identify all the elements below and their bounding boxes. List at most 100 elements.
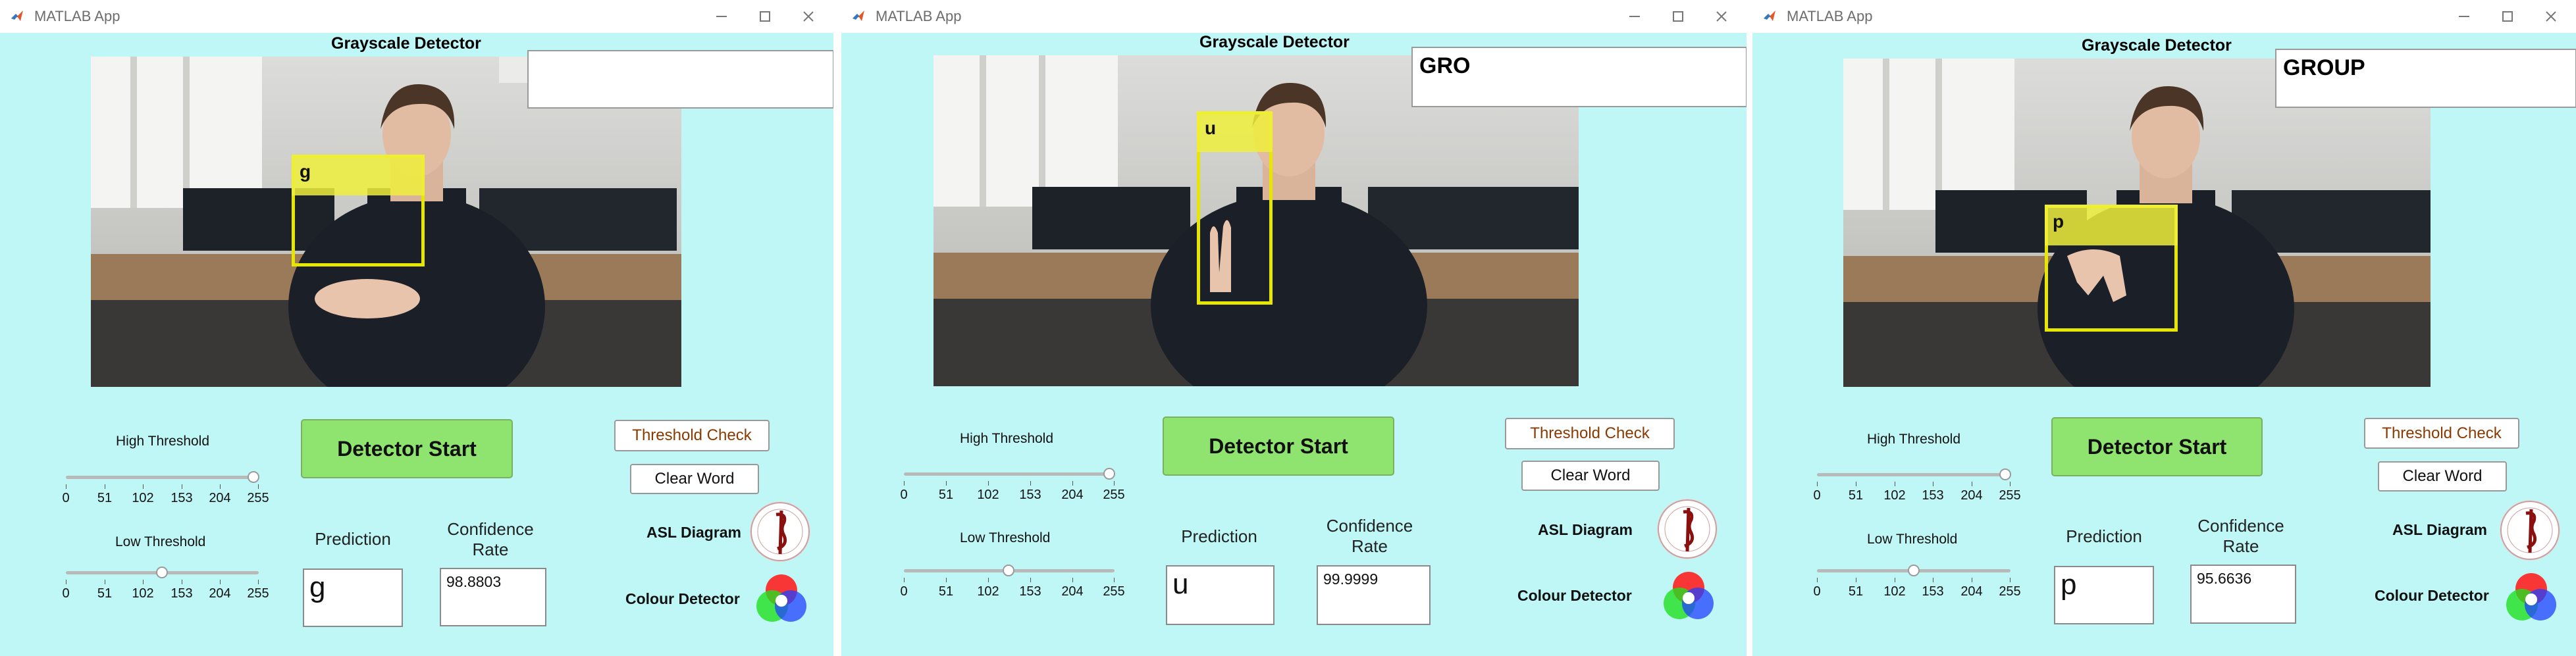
confidence-value: 95.6636 — [2190, 565, 2296, 624]
asl-diagram-icon[interactable] — [1657, 499, 1718, 559]
app-window-3: MATLAB App Grayscale Detector p GROUP Hi… — [1752, 0, 2576, 656]
asl-diagram-label: ASL Diagram — [1538, 521, 1633, 538]
tick-label: 153 — [1019, 584, 1041, 599]
tick-label: 255 — [1999, 584, 2021, 599]
word-output: GROUP — [2275, 49, 2576, 108]
window-gap — [1747, 0, 1752, 656]
matlab-icon — [11, 11, 23, 21]
minimize-icon[interactable] — [1621, 5, 1648, 28]
colour-detector-label: Colour Detector — [1517, 587, 1632, 604]
low-threshold-label: Low Threshold — [960, 530, 1051, 545]
slider-knob[interactable] — [156, 567, 168, 578]
maximize-icon[interactable] — [1665, 5, 1691, 28]
matlab-icon — [1764, 11, 1775, 21]
confidence-value: 99.9999 — [1317, 565, 1431, 625]
colour-detector-icon[interactable] — [2503, 570, 2560, 626]
colour-detector-icon[interactable] — [1660, 568, 1717, 625]
title-bar[interactable]: MATLAB App — [841, 0, 1747, 33]
tick-label: 153 — [171, 586, 193, 601]
slider-track[interactable] — [904, 472, 1115, 476]
minimize-icon[interactable] — [708, 5, 735, 28]
tick-label: 204 — [1061, 488, 1084, 502]
tick-label: 51 — [1848, 488, 1864, 503]
tick-label: 51 — [97, 491, 113, 505]
maximize-icon[interactable] — [2494, 5, 2521, 28]
low-threshold-slider[interactable]: 0 51 102 153 204 255 — [1813, 561, 2021, 600]
confidence-label: Confidence Rate — [447, 519, 534, 559]
slider-track[interactable] — [66, 476, 259, 479]
high-threshold-slider[interactable]: 0 51 102 153 204 255 — [900, 464, 1125, 503]
tick-label: 0 — [900, 488, 908, 502]
tick-label: 102 — [132, 491, 154, 505]
detection-bounding-box: u — [1197, 111, 1273, 305]
maximize-icon[interactable] — [752, 5, 778, 28]
asl-diagram-icon[interactable] — [2500, 500, 2560, 561]
bbox-label: u — [1197, 111, 1273, 152]
tick-label: 153 — [1922, 584, 1944, 599]
prediction-value: u — [1166, 565, 1275, 625]
colour-detector-label: Colour Detector — [2375, 587, 2489, 604]
tick-label: 0 — [1813, 584, 1821, 599]
close-icon[interactable] — [1708, 5, 1735, 28]
clear-word-button[interactable]: Clear Word — [2378, 461, 2507, 492]
threshold-check-button[interactable]: Threshold Check — [2364, 418, 2519, 449]
bbox-label: p — [2045, 205, 2178, 245]
title-bar[interactable]: MATLAB App — [1752, 0, 2576, 33]
tick-label: 51 — [97, 586, 113, 601]
tick-label: 204 — [209, 491, 231, 505]
app-title: Grayscale Detector — [331, 34, 481, 53]
tick-label: 0 — [62, 491, 70, 505]
tick-label: 255 — [1103, 584, 1125, 599]
tick-label: 255 — [247, 491, 269, 505]
colour-detector-label: Colour Detector — [625, 590, 740, 607]
close-icon[interactable] — [795, 5, 822, 28]
slider-knob[interactable] — [1003, 565, 1014, 576]
tick-label: 0 — [1813, 488, 1821, 503]
matlab-icon — [853, 11, 864, 21]
bbox-label: g — [292, 155, 425, 195]
tick-label: 153 — [1019, 488, 1041, 502]
slider-knob[interactable] — [1908, 565, 1920, 576]
high-threshold-label: High Threshold — [1867, 432, 1961, 447]
prediction-label: Prediction — [315, 529, 391, 549]
tick-label: 204 — [1960, 584, 1983, 599]
slider-knob[interactable] — [248, 471, 259, 483]
low-threshold-label: Low Threshold — [1867, 532, 1958, 547]
app-window-1: MATLAB App Grayscale Detector g High Thr… — [0, 0, 833, 656]
app-window-2: MATLAB App Grayscale Detector u GRO High… — [841, 0, 1747, 656]
clear-word-button[interactable]: Clear Word — [1521, 461, 1660, 491]
tick-label: 153 — [171, 491, 193, 505]
slider-track[interactable] — [1817, 473, 2011, 476]
tick-label: 255 — [247, 586, 269, 601]
slider-knob[interactable] — [1999, 468, 2011, 480]
slider-knob[interactable] — [1103, 468, 1115, 480]
detector-start-button[interactable]: Detector Start — [1163, 416, 1394, 476]
title-bar[interactable]: MATLAB App — [0, 0, 833, 33]
prediction-label: Prediction — [1181, 526, 1257, 546]
tick-label: 102 — [1883, 488, 1906, 503]
asl-diagram-label: ASL Diagram — [646, 524, 742, 541]
prediction-value: g — [303, 568, 403, 627]
tick-label: 0 — [62, 586, 70, 601]
prediction-label: Prediction — [2066, 526, 2142, 546]
minimize-icon[interactable] — [2451, 5, 2477, 28]
detector-start-button[interactable]: Detector Start — [301, 419, 513, 478]
word-output — [527, 50, 833, 109]
detector-start-button[interactable]: Detector Start — [2051, 417, 2263, 476]
threshold-check-button[interactable]: Threshold Check — [1505, 418, 1675, 449]
asl-diagram-icon[interactable] — [750, 501, 810, 562]
low-threshold-slider[interactable]: 0 51 102 153 204 255 — [62, 563, 269, 602]
tick-label: 204 — [209, 586, 231, 601]
high-threshold-label: High Threshold — [960, 431, 1054, 446]
low-threshold-slider[interactable]: 0 51 102 153 204 255 — [900, 561, 1125, 600]
tick-label: 51 — [938, 584, 954, 599]
threshold-check-button[interactable]: Threshold Check — [614, 420, 770, 451]
clear-word-button[interactable]: Clear Word — [630, 464, 759, 494]
close-icon[interactable] — [2538, 5, 2564, 28]
word-output: GRO — [1411, 47, 1747, 107]
confidence-label: Confidence Rate — [2197, 516, 2284, 556]
colour-detector-icon[interactable] — [753, 571, 810, 628]
high-threshold-slider[interactable]: 0 51 102 153 204 255 — [1813, 465, 2021, 504]
window-title: MATLAB App — [1787, 8, 1873, 24]
high-threshold-slider[interactable]: 0 51 102 153 204 255 — [62, 467, 269, 507]
